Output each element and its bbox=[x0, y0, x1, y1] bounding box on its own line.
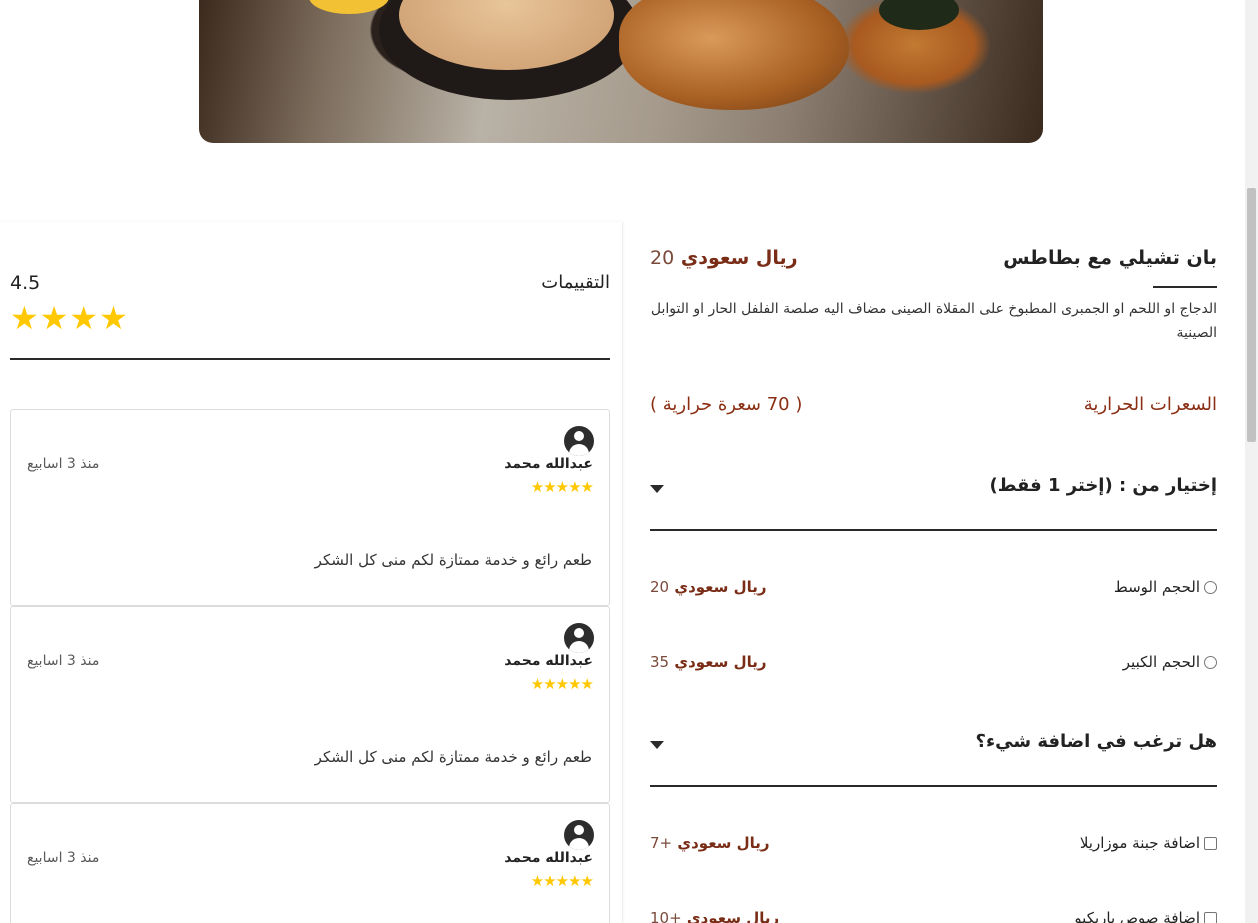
review-stars: ★★★★★ bbox=[530, 675, 594, 693]
checkbox[interactable] bbox=[1204, 911, 1217, 923]
size-section-toggle[interactable]: إختيار من : (إختر 1 فقط) bbox=[650, 445, 1217, 531]
option-price: ريال سعودي +7 bbox=[650, 834, 770, 852]
size-option-large[interactable]: الحجم الكبير ريال سعودي 35 bbox=[650, 653, 1217, 677]
review-stars: ★★★★★ bbox=[530, 872, 594, 890]
chevron-down-icon[interactable] bbox=[650, 741, 664, 749]
garnish bbox=[879, 0, 959, 30]
average-rating-stars: ★★★★ bbox=[10, 299, 129, 337]
option-label[interactable]: الحجم الوسط bbox=[1114, 578, 1217, 596]
option-currency: ريال سعودي bbox=[686, 909, 780, 923]
addons-section-toggle[interactable]: هل ترغب في اضافة شيء؟ bbox=[650, 701, 1217, 787]
page-scrollbar[interactable] bbox=[1245, 0, 1258, 923]
price-amount: 20 bbox=[650, 247, 675, 269]
option-amount: +7 bbox=[650, 834, 673, 852]
size-section-title: إختيار من : (إختر 1 فقط) bbox=[989, 475, 1217, 496]
reviews-header: التقييمات 4.5 ★★★★ bbox=[10, 222, 610, 360]
option-currency: ريال سعودي bbox=[677, 834, 770, 852]
option-label-text: اضافة جبنة موزاريلا bbox=[1079, 834, 1200, 852]
average-rating: 4.5 bbox=[10, 272, 41, 294]
price-currency: ريال سعودي bbox=[680, 247, 798, 269]
calories-value: ( 70 سعرة حرارية ) bbox=[650, 394, 803, 415]
option-price: ريال سعودي 20 bbox=[650, 578, 767, 596]
review-time: منذ 3 اسابيع bbox=[27, 456, 100, 472]
option-label-text: الحجم الكبير bbox=[1122, 653, 1200, 671]
option-label-text: اضافة صوص باربكيو bbox=[1074, 909, 1200, 923]
size-option-medium[interactable]: الحجم الوسط ريال سعودي 20 bbox=[650, 578, 1217, 602]
reviewer-name: عبدالله محمد bbox=[504, 456, 593, 472]
radio-button[interactable] bbox=[1204, 655, 1217, 669]
calories-label: السعرات الحرارية bbox=[1083, 394, 1217, 415]
user-avatar-icon bbox=[564, 820, 594, 850]
option-label[interactable]: الحجم الكبير bbox=[1123, 653, 1217, 671]
title-underline bbox=[1153, 286, 1217, 288]
fried-food bbox=[619, 0, 849, 110]
lemon-slice bbox=[309, 0, 389, 14]
review-stars: ★★★★★ bbox=[530, 478, 594, 496]
option-price: ريال سعودي 35 bbox=[650, 653, 767, 671]
review-text: طعم رائع و خدمة ممتازة لكم منى كل الشكر bbox=[314, 551, 592, 569]
option-amount: 20 bbox=[650, 578, 670, 596]
addon-option-mozzarella[interactable]: اضافة جبنة موزاريلا ريال سعودي +7 bbox=[650, 834, 1217, 858]
review-card: عبدالله محمد ★★★★★ منذ 3 اسابيع bbox=[10, 803, 610, 923]
review-time: منذ 3 اسابيع bbox=[27, 653, 100, 669]
radio-button[interactable] bbox=[1204, 580, 1217, 594]
scrollbar-thumb[interactable] bbox=[1247, 188, 1256, 442]
chevron-down-icon[interactable] bbox=[650, 485, 664, 493]
reviewer-name: عبدالله محمد bbox=[504, 653, 593, 669]
user-avatar-icon bbox=[564, 426, 594, 456]
reviews-panel: التقييمات 4.5 ★★★★ عبدالله محمد ★★★★★ من… bbox=[0, 222, 623, 923]
checkbox[interactable] bbox=[1204, 836, 1217, 850]
product-description: الدجاج او اللحم او الجمبرى المطبوخ على ا… bbox=[650, 301, 1217, 341]
option-label[interactable]: اضافة جبنة موزاريلا bbox=[1080, 834, 1217, 852]
option-amount: +10 bbox=[650, 909, 682, 923]
review-card: عبدالله محمد ★★★★★ منذ 3 اسابيع طعم رائع… bbox=[10, 606, 610, 803]
addon-option-bbq[interactable]: اضافة صوص باربكيو ريال سعودي +10 bbox=[650, 909, 1217, 923]
option-price: ريال سعودي +10 bbox=[650, 909, 779, 923]
addons-section-title: هل ترغب في اضافة شيء؟ bbox=[975, 731, 1218, 752]
product-price: ريال سعودي 20 bbox=[650, 247, 798, 269]
review-card: عبدالله محمد ★★★★★ منذ 3 اسابيع طعم رائع… bbox=[10, 409, 610, 606]
option-currency: ريال سعودي bbox=[674, 578, 767, 596]
option-label[interactable]: اضافة صوص باربكيو bbox=[1074, 909, 1217, 923]
option-label-text: الحجم الوسط bbox=[1113, 578, 1200, 596]
product-details: بان تشيلي مع بطاطس ريال سعودي 20 الدجاج … bbox=[650, 222, 1217, 923]
option-amount: 35 bbox=[650, 653, 670, 671]
reviews-title: التقييمات bbox=[541, 272, 610, 293]
review-time: منذ 3 اسابيع bbox=[27, 850, 100, 866]
option-currency: ريال سعودي bbox=[674, 653, 767, 671]
product-name: بان تشيلي مع بطاطس bbox=[1003, 247, 1217, 269]
reviewer-name: عبدالله محمد bbox=[504, 850, 593, 866]
user-avatar-icon bbox=[564, 623, 594, 653]
dish-hero-image bbox=[199, 0, 1043, 143]
review-text: طعم رائع و خدمة ممتازة لكم منى كل الشكر bbox=[314, 748, 592, 766]
